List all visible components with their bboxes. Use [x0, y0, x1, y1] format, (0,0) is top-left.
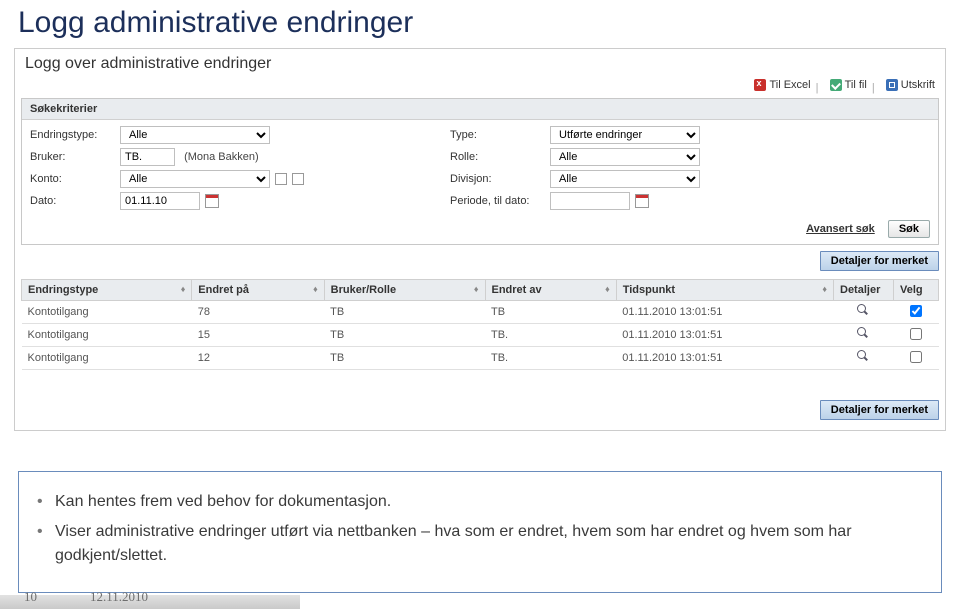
results-table: Endringstype♦ Endret på♦ Bruker/Rolle♦ E… — [21, 279, 939, 370]
th-velg: Velg — [894, 280, 939, 301]
export-excel-label: Til Excel — [769, 79, 810, 91]
input-periode[interactable] — [550, 192, 630, 210]
table-row[interactable]: Kontotilgang78TBTB01.11.2010 13:01:51 — [22, 301, 939, 324]
details-button-bottom[interactable]: Detaljer for merket — [820, 400, 939, 420]
sort-icon[interactable]: ♦ — [474, 284, 479, 294]
row-checkbox[interactable] — [910, 305, 922, 317]
label-konto: Konto: — [30, 173, 110, 185]
bruker-name: (Mona Bakken) — [184, 151, 259, 163]
cell-type: Kontotilgang — [22, 301, 192, 324]
input-dato[interactable] — [120, 192, 200, 210]
print-icon — [886, 79, 898, 91]
label-rolle: Rolle: — [450, 151, 540, 163]
select-endringstype[interactable]: Alle — [120, 126, 270, 144]
slide-notes: Kan hentes frem ved behov for dokumentas… — [18, 471, 942, 593]
sort-icon[interactable]: ♦ — [181, 284, 186, 294]
th-endret-av[interactable]: Endret av♦ — [485, 280, 616, 301]
row-checkbox[interactable] — [910, 328, 922, 340]
separator: | — [816, 82, 819, 94]
cell-endret-av: TB. — [485, 347, 616, 370]
cell-endret-av: TB. — [485, 324, 616, 347]
cell-tidspunkt: 01.11.2010 13:01:51 — [616, 347, 833, 370]
cell-type: Kontotilgang — [22, 347, 192, 370]
magnifier-icon[interactable] — [857, 350, 870, 363]
file-icon — [830, 79, 842, 91]
app-screenshot: Logg over administrative endringer Til E… — [14, 48, 946, 431]
label-type: Type: — [450, 129, 540, 141]
note-bullet-2: Viser administrative endringer utført vi… — [37, 520, 923, 568]
panel-title: Logg over administrative endringer — [15, 49, 945, 77]
export-file-label: Til fil — [845, 79, 867, 91]
magnifier-icon[interactable] — [857, 304, 870, 317]
cell-tidspunkt: 01.11.2010 13:01:51 — [616, 301, 833, 324]
select-rolle[interactable]: Alle — [550, 148, 700, 166]
cell-endret-pa: 15 — [192, 324, 324, 347]
separator: | — [872, 82, 875, 94]
cell-endret-av: TB — [485, 301, 616, 324]
footer-date: 12.11.2010 — [90, 589, 148, 605]
th-endret-pa[interactable]: Endret på♦ — [192, 280, 324, 301]
konto-picker-icon[interactable] — [275, 173, 287, 185]
input-bruker[interactable] — [120, 148, 175, 166]
search-button[interactable]: Søk — [888, 220, 930, 238]
label-periode: Periode, til dato: — [450, 195, 540, 207]
slide-footer: 10 12.11.2010 — [0, 587, 960, 609]
konto-list-icon[interactable] — [292, 173, 304, 185]
export-file-button[interactable]: Til fil — [830, 79, 867, 91]
cell-endret-pa: 12 — [192, 347, 324, 370]
advanced-search-link[interactable]: Avansert søk — [806, 223, 875, 235]
search-panel: Søkekriterier Endringstype: Alle Type: U… — [21, 98, 939, 245]
row-checkbox[interactable] — [910, 351, 922, 363]
cell-tidspunkt: 01.11.2010 13:01:51 — [616, 324, 833, 347]
print-label: Utskrift — [901, 79, 935, 91]
table-row[interactable]: Kontotilgang15TBTB.01.11.2010 13:01:51 — [22, 324, 939, 347]
sort-icon[interactable]: ♦ — [822, 284, 827, 294]
cell-type: Kontotilgang — [22, 324, 192, 347]
export-excel-button[interactable]: Til Excel — [754, 79, 810, 91]
th-endringstype[interactable]: Endringstype♦ — [22, 280, 192, 301]
slide-title: Logg administrative endringer — [0, 0, 960, 48]
magnifier-icon[interactable] — [857, 327, 870, 340]
note-bullet-1: Kan hentes frem ved behov for dokumentas… — [37, 490, 923, 514]
cell-endret-pa: 78 — [192, 301, 324, 324]
cell-bruker: TB — [324, 347, 485, 370]
label-divisjon: Divisjon: — [450, 173, 540, 185]
export-toolbar: Til Excel | Til fil | Utskrift — [15, 77, 945, 98]
search-header: Søkekriterier — [22, 99, 938, 120]
excel-icon — [754, 79, 766, 91]
sort-icon[interactable]: ♦ — [605, 284, 610, 294]
table-row[interactable]: Kontotilgang12TBTB.01.11.2010 13:01:51 — [22, 347, 939, 370]
th-detaljer: Detaljer — [834, 280, 894, 301]
calendar-icon[interactable] — [205, 194, 219, 208]
th-bruker-rolle[interactable]: Bruker/Rolle♦ — [324, 280, 485, 301]
calendar-icon[interactable] — [635, 194, 649, 208]
print-button[interactable]: Utskrift — [886, 79, 935, 91]
footer-bar — [0, 595, 300, 609]
label-dato: Dato: — [30, 195, 110, 207]
select-konto[interactable]: Alle — [120, 170, 270, 188]
th-tidspunkt[interactable]: Tidspunkt♦ — [616, 280, 833, 301]
cell-bruker: TB — [324, 301, 485, 324]
select-type[interactable]: Utførte endringer — [550, 126, 700, 144]
page-number: 10 — [24, 589, 37, 605]
details-button-top[interactable]: Detaljer for merket — [820, 251, 939, 271]
label-endringstype: Endringstype: — [30, 129, 110, 141]
select-divisjon[interactable]: Alle — [550, 170, 700, 188]
cell-bruker: TB — [324, 324, 485, 347]
label-bruker: Bruker: — [30, 151, 110, 163]
sort-icon[interactable]: ♦ — [313, 284, 318, 294]
